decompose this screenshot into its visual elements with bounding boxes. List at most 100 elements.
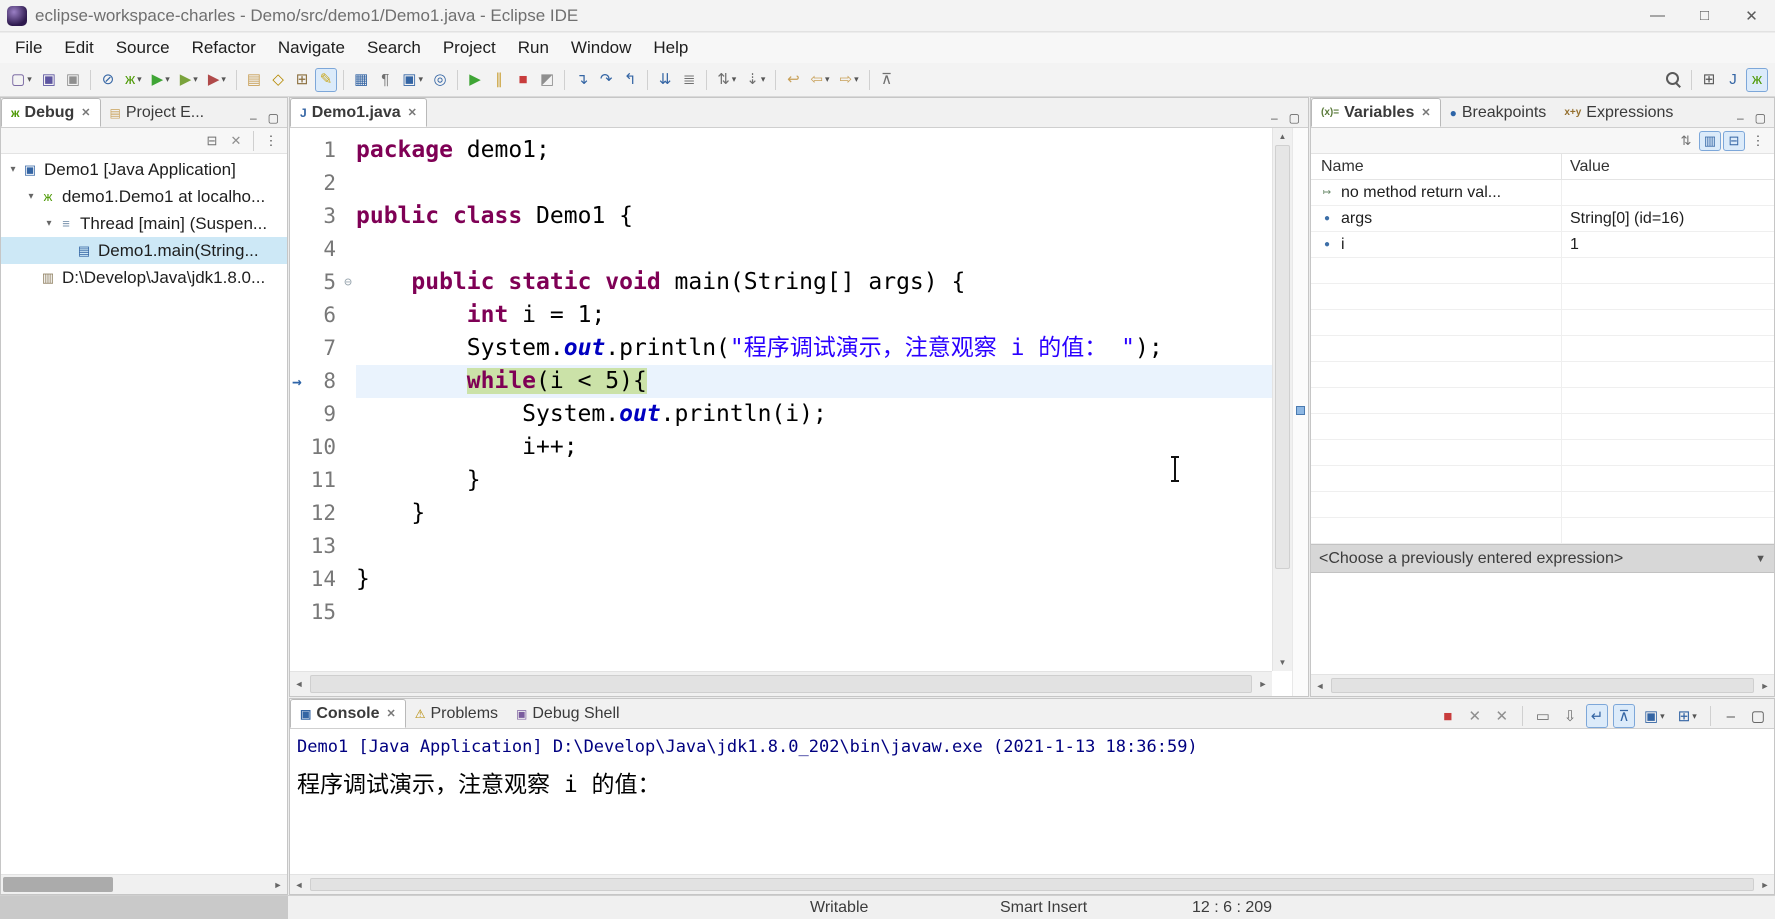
line-number[interactable]: 8 [304,365,340,398]
code-text[interactable]: public class Demo1 { [356,200,1272,233]
tree-item[interactable]: ▾≡Thread [main] (Suspen... [1,210,287,237]
save-icon[interactable]: ▣ [38,68,60,92]
tab-breakpoints[interactable]: ●Breakpoints [1441,98,1556,127]
scroll-up-icon[interactable]: ▲ [1273,128,1292,145]
line-number[interactable]: 9 [304,398,340,431]
java-perspective-icon[interactable]: J [1722,68,1744,92]
open-task-icon[interactable]: ▦ [350,68,372,92]
scrollbar-thumb[interactable] [310,675,1252,693]
expander-icon[interactable]: ▾ [41,218,57,229]
code-text[interactable]: i++; [356,431,1272,464]
close-icon[interactable]: ✕ [408,106,417,119]
step-into-icon[interactable]: ↴ [571,68,593,92]
variable-row[interactable]: ●argsString[0] (id=16) [1311,206,1774,232]
line-number[interactable]: 2 [304,167,340,200]
remove-terminated-icon[interactable]: ✕ [225,131,247,151]
last-edit-location-icon[interactable]: ↩ [782,68,804,92]
maximize-icon[interactable]: ▢ [1751,109,1770,127]
code-text[interactable] [356,530,1272,563]
step-return-icon[interactable]: ↰ [619,68,641,92]
disconnect-icon[interactable]: ◩ [536,68,558,92]
tree-item[interactable]: ▾жdemo1.Demo1 at localho... [1,183,287,210]
maximize-button[interactable]: □ [1681,0,1728,31]
scroll-right-icon[interactable]: ► [1756,880,1774,890]
back-icon[interactable]: ⇦▾ [806,68,833,92]
current-line-marker[interactable] [1296,406,1305,415]
column-header-value[interactable]: Value [1561,154,1774,179]
view-menu-icon[interactable]: ⋮ [1747,131,1769,151]
tree-item[interactable]: ▥D:\Develop\Java\jdk1.8.0... [1,264,287,291]
editor-vertical-scrollbar[interactable]: ▲ ▼ [1272,128,1292,671]
tab-console[interactable]: ▣Console✕ [290,699,406,728]
collapse-all-icon[interactable]: ⊟ [201,131,223,151]
scrollbar-thumb[interactable] [1331,678,1754,693]
terminate-icon[interactable]: ■ [512,68,534,92]
external-tools-icon[interactable]: ▶▾ [204,68,230,92]
line-number[interactable]: 6 [304,299,340,332]
code-editor[interactable]: 1package demo1;23public class Demo1 {45⊖… [290,128,1272,671]
maximize-icon[interactable]: ▢ [1747,704,1769,728]
search-toolbar-icon[interactable]: ◎ [429,68,451,92]
minimize-button[interactable]: — [1634,0,1681,31]
run-icon[interactable]: ▶▾ [148,68,174,92]
close-icon[interactable]: ✕ [81,106,90,119]
minimize-icon[interactable]: ‒ [246,109,261,127]
tree-item[interactable]: ▤Demo1.main(String... [1,237,287,264]
menu-project[interactable]: Project [432,34,507,62]
menu-source[interactable]: Source [105,34,181,62]
maximize-icon[interactable]: ▢ [264,109,283,127]
debug-perspective-icon[interactable]: ж [1746,68,1768,92]
step-over-icon[interactable]: ↷ [595,68,617,92]
code-text[interactable]: } [356,464,1272,497]
tab-debug[interactable]: жDebug✕ [1,98,101,127]
scroll-left-icon[interactable]: ◄ [290,679,308,689]
resume-icon[interactable]: ▶ [464,68,486,92]
scrollbar-thumb[interactable] [310,878,1754,891]
scrollbar-thumb[interactable] [3,877,113,892]
menu-window[interactable]: Window [560,34,642,62]
menu-navigate[interactable]: Navigate [267,34,356,62]
console-horizontal-scrollbar[interactable]: ◄ ► [290,874,1774,894]
scrollbar-thumb[interactable] [1275,145,1290,569]
show-logical-structures-icon[interactable]: ▥ [1699,131,1721,151]
scroll-right-icon[interactable]: ► [269,880,287,890]
line-number[interactable]: 15 [304,596,340,629]
column-header-name[interactable]: Name [1311,158,1561,176]
view-menu-icon[interactable]: ⋮ [260,131,282,151]
save-all-icon[interactable]: ▣ [62,68,84,92]
tab-problems[interactable]: ⚠Problems [406,699,507,728]
tab-project-explorer[interactable]: ▤Project E... [101,98,214,127]
line-number[interactable]: 12 [304,497,340,530]
quick-access-search-icon[interactable] [1662,68,1685,92]
pin-editor-icon[interactable]: ⊼ [876,68,898,92]
scroll-left-icon[interactable]: ◄ [290,880,308,890]
scroll-lock-icon[interactable]: ⇩ [1559,704,1581,728]
remove-all-launches-icon[interactable]: ✕ [1491,704,1513,728]
scroll-left-icon[interactable]: ◄ [1311,681,1329,691]
pin-console-icon[interactable]: ⊼ [1613,704,1635,728]
debug-view-horizontal-scrollbar[interactable]: ► [1,874,287,894]
line-number[interactable]: 1 [304,134,340,167]
close-button[interactable]: ✕ [1728,0,1775,31]
code-text[interactable] [356,233,1272,266]
suspend-icon[interactable]: ∥ [488,68,510,92]
open-type-icon[interactable]: ◇ [267,68,289,92]
code-text[interactable]: System.out.println("程序调试演示，注意观察 i 的值： ")… [356,332,1272,365]
collapse-all-icon[interactable]: ⊟ [1723,131,1745,151]
minimize-icon[interactable]: ‒ [1720,704,1742,728]
mark-occurrences-icon[interactable]: ⇣▾ [742,68,769,92]
code-text[interactable]: System.out.println(i); [356,398,1272,431]
console-output-area[interactable]: Demo1 [Java Application] D:\Develop\Java… [290,729,1774,874]
menu-refactor[interactable]: Refactor [181,34,267,62]
code-text[interactable]: package demo1; [356,134,1272,167]
open-console-icon[interactable]: ⊞▾ [1674,704,1701,728]
minimize-icon[interactable]: ‒ [1267,109,1282,127]
code-text[interactable]: int i = 1; [356,299,1272,332]
chevron-down-icon[interactable]: ▼ [1755,553,1766,565]
display-console-icon[interactable]: ▣▾ [1640,704,1669,728]
step-filters-icon[interactable]: ≣ [678,68,700,92]
word-wrap-icon[interactable]: ↵ [1586,704,1608,728]
line-number[interactable]: 10 [304,431,340,464]
expander-icon[interactable]: ▾ [23,191,39,202]
remove-launch-icon[interactable]: ✕ [1464,704,1486,728]
